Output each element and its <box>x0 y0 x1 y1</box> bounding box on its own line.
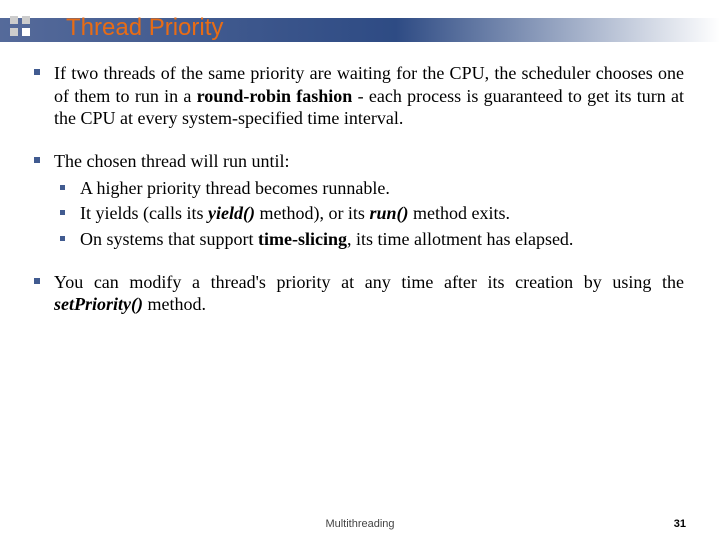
bullet-icon <box>34 157 40 163</box>
slide-body: If two threads of the same priority are … <box>32 62 684 336</box>
slide-title: Thread Priority <box>66 14 223 42</box>
bullet-text: method exits. <box>408 203 510 223</box>
bullet-text: You can modify a thread's priority at an… <box>54 272 684 292</box>
bullet-text: method. <box>143 294 206 314</box>
bullet-icon <box>60 185 65 190</box>
bullet-em: yield() <box>208 203 255 223</box>
footer-text: Multithreading <box>0 518 720 530</box>
bullet-text: , its time allotment has elapsed. <box>347 229 573 249</box>
bullet-text: The chosen thread will run until: <box>54 151 289 171</box>
bullet-em: run() <box>369 203 408 223</box>
bullet-icon <box>60 210 65 215</box>
bullet-text: It yields (calls its <box>80 203 208 223</box>
sub-bullet-item: On systems that support time-slicing, it… <box>58 228 684 251</box>
bullet-bold: time-slicing <box>258 229 347 249</box>
title-bar: Thread Priority <box>0 18 720 42</box>
deco-square-icon <box>10 16 18 24</box>
bullet-item: If two threads of the same priority are … <box>32 62 684 130</box>
bullet-text: A higher priority thread becomes runnabl… <box>80 178 390 198</box>
bullet-bold: round-robin fashion <box>197 86 353 106</box>
slide: { "title": "Thread Priority", "bullets":… <box>0 0 720 540</box>
bullet-icon <box>60 236 65 241</box>
bullet-item: You can modify a thread's priority at an… <box>32 271 684 316</box>
deco-square-icon <box>10 28 18 36</box>
sub-bullet-item: A higher priority thread becomes runnabl… <box>58 177 684 200</box>
bullet-item: The chosen thread will run until: <box>32 150 684 173</box>
bullet-icon <box>34 69 40 75</box>
deco-square-icon <box>22 16 30 24</box>
bullet-em: setPriority() <box>54 294 143 314</box>
sub-bullet-item: It yields (calls its yield() method), or… <box>58 202 684 225</box>
bullet-icon <box>34 278 40 284</box>
deco-square-icon <box>22 28 30 36</box>
bullet-text: On systems that support <box>80 229 258 249</box>
bullet-text: method), or its <box>255 203 370 223</box>
page-number: 31 <box>674 518 686 530</box>
